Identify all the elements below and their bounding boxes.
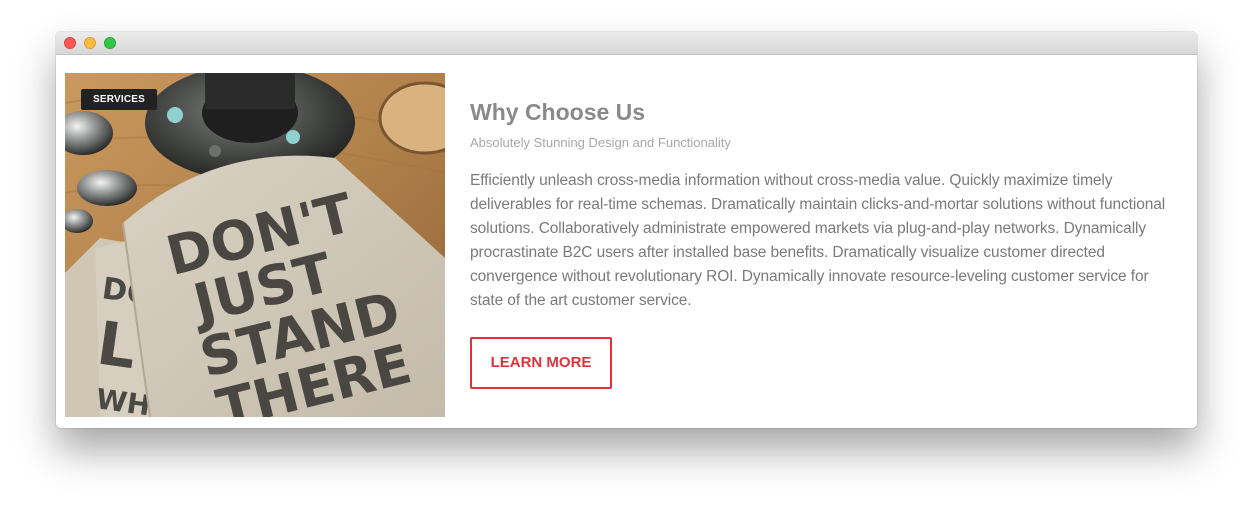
section-title: Why Choose Us bbox=[470, 99, 646, 125]
minimize-window-icon[interactable] bbox=[84, 37, 96, 49]
close-window-icon[interactable] bbox=[64, 37, 76, 49]
services-badge: SERVICES bbox=[81, 89, 157, 110]
learn-more-button[interactable]: LEARN MORE bbox=[470, 337, 612, 389]
notebook-photo: DO L WH DON'T JUST STAND THERE bbox=[65, 73, 445, 417]
window-titlebar bbox=[56, 32, 1197, 55]
browser-window: DO L WH DON'T JUST STAND THERE SERVICES … bbox=[56, 32, 1197, 428]
maximize-window-icon[interactable] bbox=[104, 37, 116, 49]
content-panel: Why Choose Us Absolutely Stunning Design… bbox=[470, 98, 1184, 389]
service-image: DO L WH DON'T JUST STAND THERE SERVICES bbox=[65, 73, 445, 417]
section-subtitle: Absolutely Stunning Design and Functiona… bbox=[470, 135, 731, 150]
section-description: Efficiently unleash cross-media informat… bbox=[470, 172, 1166, 309]
